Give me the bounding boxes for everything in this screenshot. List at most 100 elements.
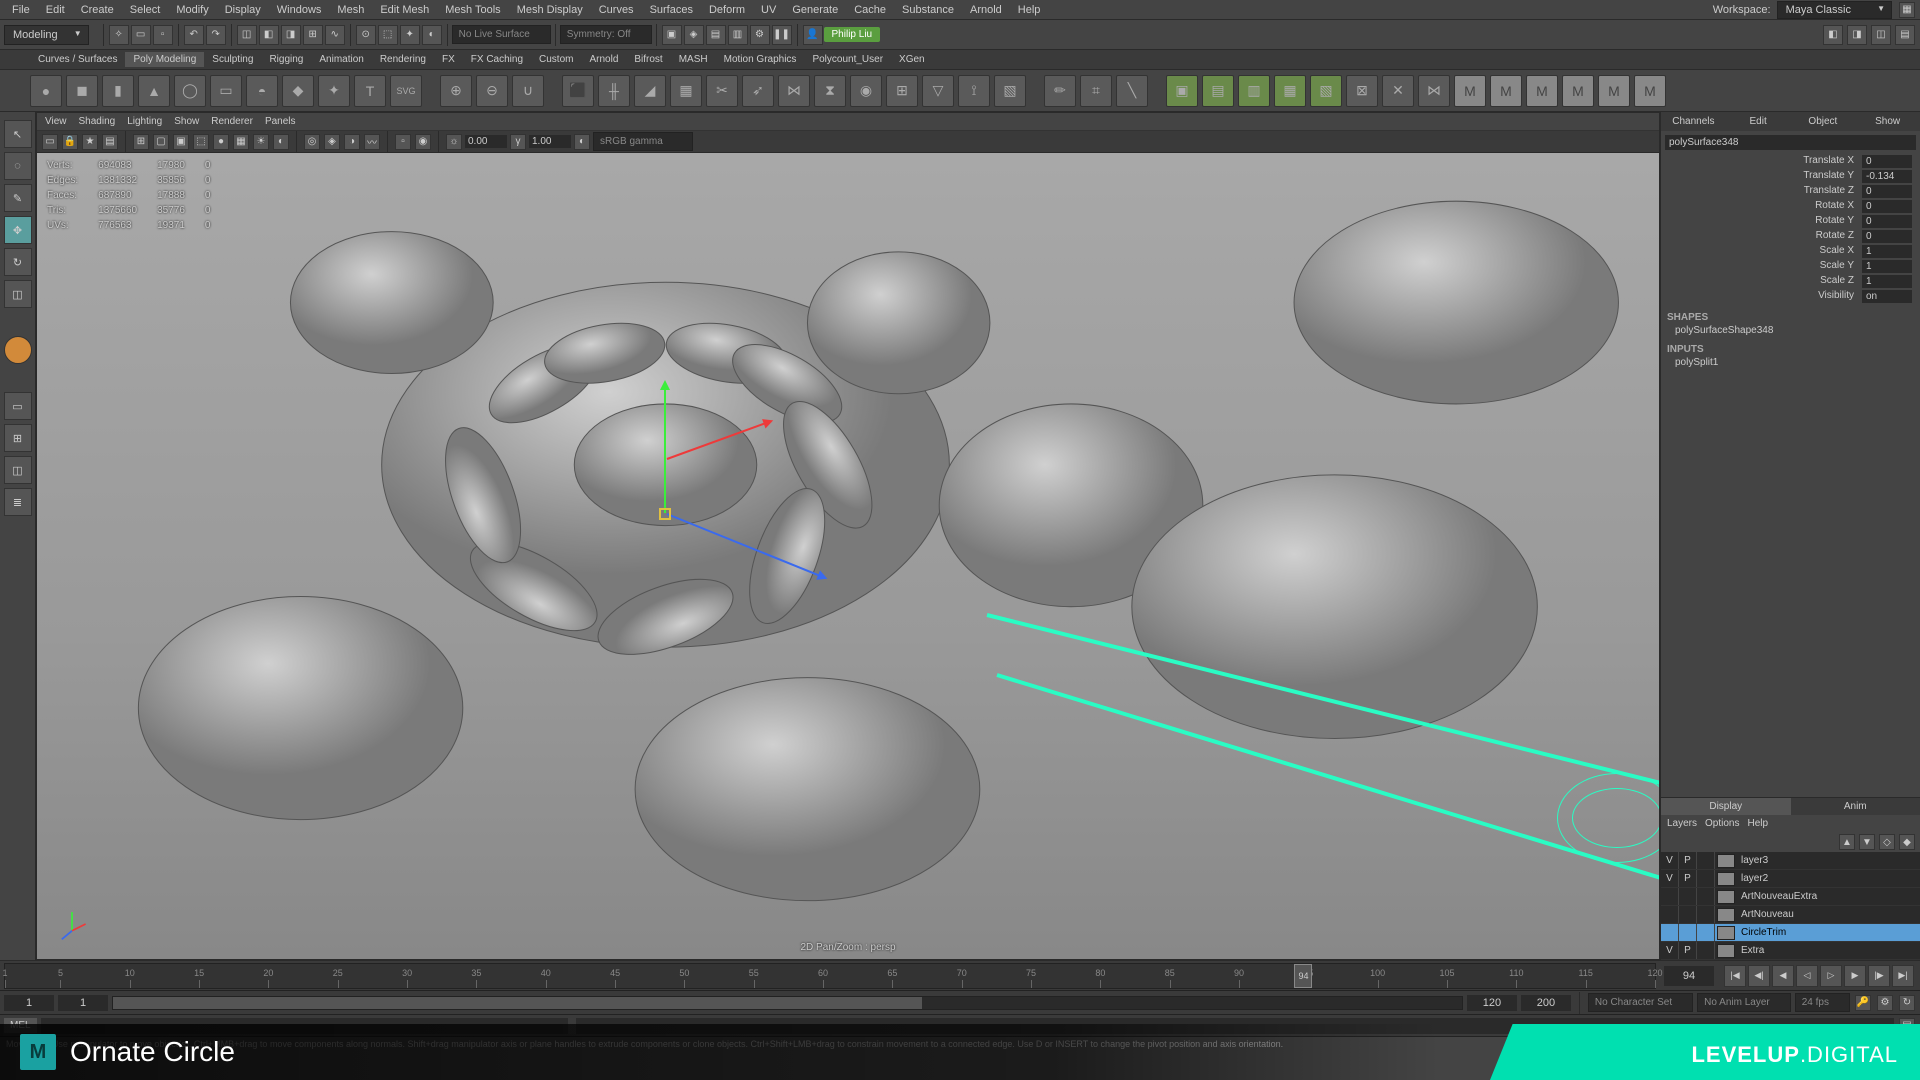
save-scene-icon[interactable]: ▫ [153, 25, 173, 45]
le-new-empty-icon[interactable]: ◇ [1879, 834, 1895, 850]
command-lang-toggle[interactable]: MEL [4, 1018, 37, 1033]
select-hierarchy-icon[interactable]: ◫ [237, 25, 257, 45]
sidebar-toggle-icon[interactable]: ◧ [1823, 25, 1843, 45]
attr-label[interactable]: Rotate Y [1669, 215, 1854, 228]
range-start-field[interactable]: 1 [4, 995, 54, 1011]
extrude-icon[interactable]: ⬛ [562, 75, 594, 107]
select-tool[interactable]: ↖ [4, 120, 32, 148]
attr-value[interactable]: 0 [1862, 230, 1912, 243]
le-menu-help[interactable]: Help [1747, 818, 1768, 829]
cb-tab-edit[interactable]: Edit [1726, 112, 1791, 131]
vp-lock-cam-icon[interactable]: 🔒 [62, 134, 78, 150]
layer-row[interactable]: VPlayer3 [1661, 852, 1920, 870]
gizmo-y-axis[interactable] [664, 383, 666, 513]
scale-tool[interactable]: ◫ [4, 280, 32, 308]
layer-row[interactable]: CircleTrim [1661, 924, 1920, 942]
cb-tab-object[interactable]: Object [1791, 112, 1856, 131]
viewport-canvas[interactable]: Verts:694083179800 Edges:1381332358560 F… [37, 153, 1659, 959]
live-surface-dropdown[interactable]: No Live Surface [452, 25, 551, 44]
shelf-tab-xgen[interactable]: XGen [891, 52, 933, 67]
shelf-tab-rigging[interactable]: Rigging [261, 52, 311, 67]
subdivide-icon[interactable]: ⊞ [886, 75, 918, 107]
layer-mode-anim[interactable]: Anim [1791, 798, 1920, 815]
cb-input-node[interactable]: polySplit1 [1665, 357, 1916, 368]
vp-res-gate-icon[interactable]: ▣ [173, 134, 189, 150]
attr-value[interactable]: -0.134 [1862, 170, 1912, 183]
attr-label[interactable]: Rotate X [1669, 200, 1854, 213]
menu-generate[interactable]: Generate [784, 2, 846, 18]
vp-gate-icon[interactable]: ▢ [153, 134, 169, 150]
tool-settings-toggle-icon[interactable]: ◫ [1871, 25, 1891, 45]
layer-playback-toggle[interactable]: P [1679, 870, 1697, 887]
attr-label[interactable]: Translate Z [1669, 185, 1854, 198]
vp-shadows-icon[interactable]: ◐ [273, 134, 289, 150]
vp-shaded-icon[interactable]: ● [213, 134, 229, 150]
poly-plane-icon[interactable]: ▭ [210, 75, 242, 107]
shelf-tab-curves[interactable]: Curves / Surfaces [30, 52, 125, 67]
channelbox-toggle-icon[interactable]: ▤ [1895, 25, 1915, 45]
vp-bookmark-icon[interactable]: ★ [82, 134, 98, 150]
range-track[interactable] [112, 996, 1463, 1010]
attr-label[interactable]: Visibility [1669, 290, 1854, 303]
attr-editor-toggle-icon[interactable]: ◨ [1847, 25, 1867, 45]
attr-value[interactable]: 0 [1862, 185, 1912, 198]
vp-menu-lighting[interactable]: Lighting [127, 116, 162, 127]
shelf-tab-render[interactable]: Rendering [372, 52, 434, 67]
attr-value[interactable]: 0 [1862, 200, 1912, 213]
shelf-tab-anim[interactable]: Animation [311, 52, 371, 67]
layer-name[interactable]: ArtNouveauExtra [1737, 891, 1817, 902]
menu-display[interactable]: Display [217, 2, 269, 18]
custom-m2-icon[interactable]: M [1490, 75, 1522, 107]
paint-select-tool[interactable]: ✎ [4, 184, 32, 212]
ipr-icon[interactable]: ◈ [684, 25, 704, 45]
vp-ao-icon[interactable]: ◑ [344, 134, 360, 150]
layer-type-toggle[interactable] [1697, 888, 1715, 905]
rotate-tool[interactable]: ↻ [4, 248, 32, 276]
layer-color-swatch[interactable] [1717, 926, 1735, 940]
vp-gamma-field[interactable] [529, 135, 571, 148]
vp-textured-icon[interactable]: ▦ [233, 134, 249, 150]
menu-select[interactable]: Select [122, 2, 169, 18]
layer-vis-toggle[interactable] [1661, 924, 1679, 941]
render-seq-icon[interactable]: ▤ [706, 25, 726, 45]
select-component-icon[interactable]: ◨ [281, 25, 301, 45]
layer-name[interactable]: layer2 [1737, 873, 1768, 884]
step-back-key-button[interactable]: ◀| [1748, 965, 1770, 987]
lasso-tool[interactable]: ◌ [4, 152, 32, 180]
select-object-icon[interactable]: ◧ [259, 25, 279, 45]
attr-value[interactable]: 0 [1862, 215, 1912, 228]
poly-platonic-icon[interactable]: ◆ [282, 75, 314, 107]
step-forward-key-button[interactable]: |▶ [1868, 965, 1890, 987]
menu-create[interactable]: Create [73, 2, 122, 18]
shelf-tab-mash[interactable]: MASH [671, 52, 716, 67]
layer-vis-toggle[interactable]: V [1661, 942, 1679, 959]
step-back-button[interactable]: ◀ [1772, 965, 1794, 987]
layer-type-toggle[interactable] [1697, 906, 1715, 923]
redo-icon[interactable]: ↷ [206, 25, 226, 45]
vp-lights-icon[interactable]: ☀ [253, 134, 269, 150]
shelf-tab-custom[interactable]: Custom [531, 52, 581, 67]
combine-icon[interactable]: ⊕ [440, 75, 472, 107]
poly-cube-icon[interactable]: ◼ [66, 75, 98, 107]
connect-icon[interactable]: ⋈ [778, 75, 810, 107]
render-globals-icon[interactable]: ⚙ [750, 25, 770, 45]
menu-windows[interactable]: Windows [269, 2, 330, 18]
custom-m5-icon[interactable]: M [1598, 75, 1630, 107]
range-visible-end-field[interactable]: 120 [1467, 995, 1517, 1011]
gizmo-center[interactable] [659, 508, 671, 520]
le-move-down-icon[interactable]: ▼ [1859, 834, 1875, 850]
attr-value[interactable]: on [1862, 290, 1912, 303]
custom-2-icon[interactable]: ▤ [1202, 75, 1234, 107]
workspace-icon[interactable]: ▦ [1899, 2, 1915, 18]
custom-m1-icon[interactable]: M [1454, 75, 1486, 107]
vp-exposure-field[interactable] [465, 135, 507, 148]
separate-icon[interactable]: ⊖ [476, 75, 508, 107]
menu-mesh-display[interactable]: Mesh Display [509, 2, 591, 18]
layer-vis-toggle[interactable]: V [1661, 870, 1679, 887]
cb-tab-show[interactable]: Show [1855, 112, 1920, 131]
vp-menu-show[interactable]: Show [174, 116, 199, 127]
user-chip[interactable]: Philip Liu [824, 27, 881, 42]
poly-torus-icon[interactable]: ◯ [174, 75, 206, 107]
custom-5-icon[interactable]: ▧ [1310, 75, 1342, 107]
shelf-tab-arnold[interactable]: Arnold [581, 52, 626, 67]
